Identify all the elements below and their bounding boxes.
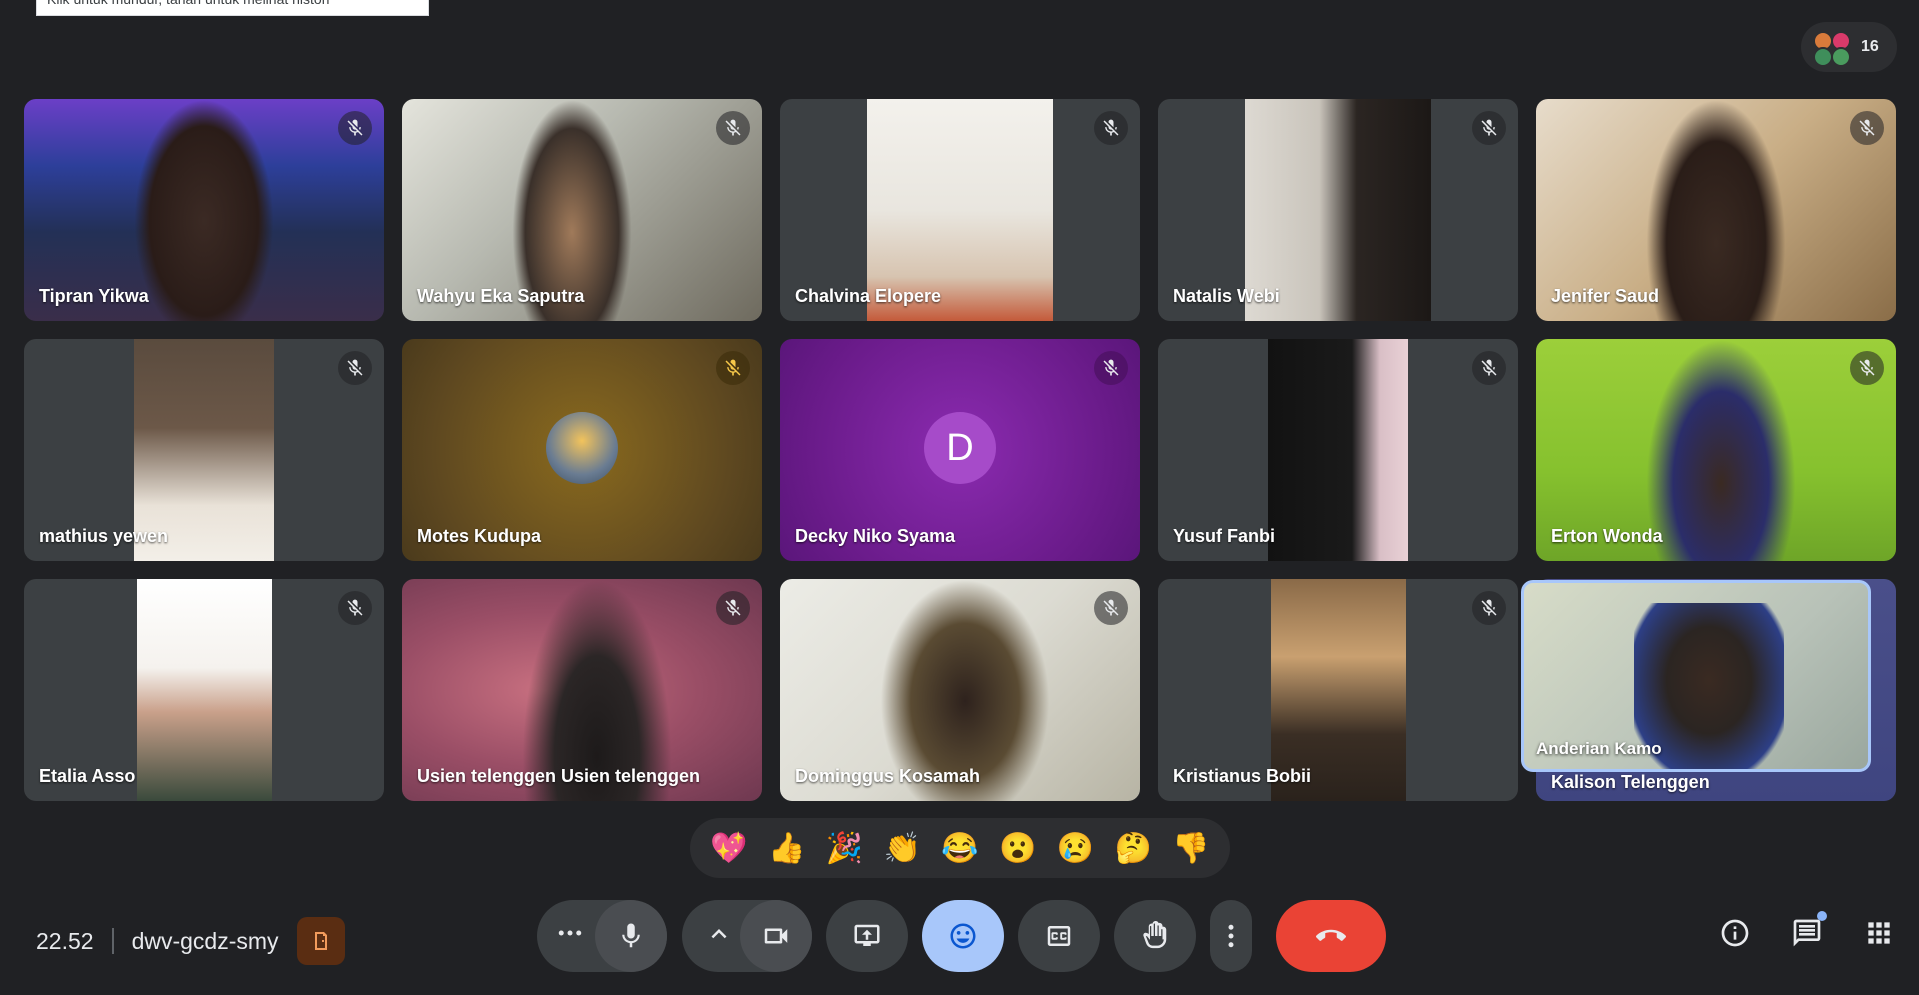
reactions-bar: 💖 👍 🎉 👏 😂 😮 😢 🤔 👎 <box>690 818 1230 878</box>
participant-video <box>1646 99 1786 321</box>
participant-name: Motes Kudupa <box>417 526 541 546</box>
unread-indicator <box>1817 911 1827 921</box>
participant-tile[interactable]: Etalia Asso <box>24 579 384 801</box>
captions-button[interactable] <box>1018 900 1100 972</box>
more-dots-icon[interactable] <box>555 918 585 954</box>
side-panel-buttons <box>1717 911 1897 951</box>
camera-options-chevron-icon[interactable] <box>704 919 734 954</box>
participant-name: Yusuf Fanbi <box>1173 526 1276 546</box>
meeting-code: dwv-gcdz-smy <box>131 927 279 954</box>
reactions-button[interactable] <box>922 900 1004 972</box>
door-icon[interactable] <box>296 917 345 965</box>
participant-avatar: D <box>924 412 996 484</box>
chat-button[interactable] <box>1789 911 1827 951</box>
camera-button[interactable] <box>740 900 812 972</box>
participant-name: Etalia Asso <box>39 766 136 786</box>
mic-off-icon <box>1094 351 1128 385</box>
participant-tile[interactable]: Tipran Yikwa <box>24 99 384 321</box>
participant-name: Kristianus Bobii <box>1173 766 1312 786</box>
participant-tile[interactable]: Dominggus Kosamah <box>780 579 1140 801</box>
reaction-crying[interactable]: 😢 <box>1057 831 1094 866</box>
participant-avatar <box>546 412 618 484</box>
participant-count: 16 <box>1861 38 1879 55</box>
apps-grid-icon <box>1868 922 1890 944</box>
reaction-laughing[interactable]: 😂 <box>941 831 978 866</box>
participant-name: Wahyu Eka Saputra <box>417 286 585 306</box>
reaction-thumbs-up[interactable]: 👍 <box>768 831 805 866</box>
closed-captions-icon <box>1047 926 1071 946</box>
smiley-icon <box>950 923 976 949</box>
mic-off-icon <box>1850 111 1884 145</box>
reaction-sparkling-heart[interactable]: 💖 <box>710 831 747 866</box>
divider <box>111 928 114 954</box>
participant-tile[interactable]: Yusuf Fanbi <box>1158 339 1518 561</box>
participant-name: Dominggus Kosamah <box>795 766 981 786</box>
microphone-icon <box>622 923 640 948</box>
mic-off-icon <box>1472 351 1506 385</box>
self-name: Anderian Kamo <box>1536 739 1662 758</box>
participant-name: Chalvina Elopere <box>795 286 942 306</box>
mic-off-icon <box>1094 111 1128 145</box>
participant-tile[interactable]: Chalvina Elopere <box>780 99 1140 321</box>
present-screen-icon <box>854 924 880 946</box>
participant-name: Usien telenggen Usien telenggen <box>417 766 701 786</box>
reaction-thumbs-down[interactable]: 👎 <box>1172 831 1209 866</box>
present-screen-button[interactable] <box>826 900 908 972</box>
meeting-info: 22.52 dwv-gcdz-smy <box>36 917 345 965</box>
microphone-button[interactable] <box>595 900 667 972</box>
participant-name: Erton Wonda <box>1551 526 1663 546</box>
mic-off-icon <box>716 351 750 385</box>
participant-tile[interactable]: Jenifer Saud <box>1536 99 1896 321</box>
camera-group <box>682 900 812 972</box>
self-view[interactable]: Anderian Kamo <box>1521 580 1871 772</box>
participant-tile[interactable]: Kristianus Bobii <box>1158 579 1518 801</box>
participant-video <box>137 579 272 801</box>
participant-name: Natalis Webi <box>1173 286 1280 306</box>
history-tooltip: Klik untuk mundur, tahan untuk melihat h… <box>36 0 429 16</box>
participant-video <box>1268 339 1408 561</box>
call-end-icon <box>1316 929 1346 941</box>
reaction-party-popper[interactable]: 🎉 <box>826 831 863 866</box>
participant-name: Tipran Yikwa <box>39 286 149 306</box>
more-options-button[interactable] <box>1210 900 1252 972</box>
participant-tile[interactable]: D Decky Niko Syama <box>780 339 1140 561</box>
mic-off-icon <box>716 111 750 145</box>
participant-avatars <box>1811 27 1851 67</box>
participant-name: Decky Niko Syama <box>795 526 956 546</box>
activities-button[interactable] <box>1861 915 1897 951</box>
mic-off-icon <box>1850 351 1884 385</box>
participant-tile[interactable]: Usien telenggen Usien telenggen <box>402 579 762 801</box>
mic-off-icon <box>1094 591 1128 625</box>
participant-video <box>1646 339 1796 561</box>
info-icon <box>1721 919 1749 947</box>
reaction-surprised[interactable]: 😮 <box>999 831 1036 866</box>
participant-video <box>134 99 274 321</box>
meeting-details-button[interactable] <box>1717 915 1753 951</box>
more-vert-icon <box>1228 924 1234 948</box>
raise-hand-button[interactable] <box>1114 900 1196 972</box>
reaction-thinking[interactable]: 🤔 <box>1115 831 1152 866</box>
clock: 22.52 <box>36 927 94 954</box>
mic-off-icon <box>338 591 372 625</box>
mic-off-icon <box>716 591 750 625</box>
participant-tile[interactable]: Natalis Webi <box>1158 99 1518 321</box>
chat-icon <box>1793 919 1821 947</box>
leave-call-button[interactable] <box>1276 900 1386 972</box>
mic-off-icon <box>338 351 372 385</box>
more-audio-options-group <box>537 900 667 972</box>
participant-tile[interactable]: mathius yewen <box>24 339 384 561</box>
participant-tile[interactable]: Motes Kudupa <box>402 339 762 561</box>
participant-name: Jenifer Saud <box>1551 286 1660 306</box>
participants-button[interactable]: 16 <box>1801 22 1897 72</box>
videocam-icon <box>764 928 788 944</box>
participant-tile[interactable]: Erton Wonda <box>1536 339 1896 561</box>
participant-tile[interactable]: Wahyu Eka Saputra <box>402 99 762 321</box>
participant-name: mathius yewen <box>39 526 169 546</box>
participant-name: Kalison Telenggen <box>1551 772 1710 792</box>
mic-off-icon <box>338 111 372 145</box>
mic-off-icon <box>1472 111 1506 145</box>
reaction-clapping[interactable]: 👏 <box>884 831 921 866</box>
mic-off-icon <box>1472 591 1506 625</box>
raise-hand-icon <box>1143 921 1167 949</box>
